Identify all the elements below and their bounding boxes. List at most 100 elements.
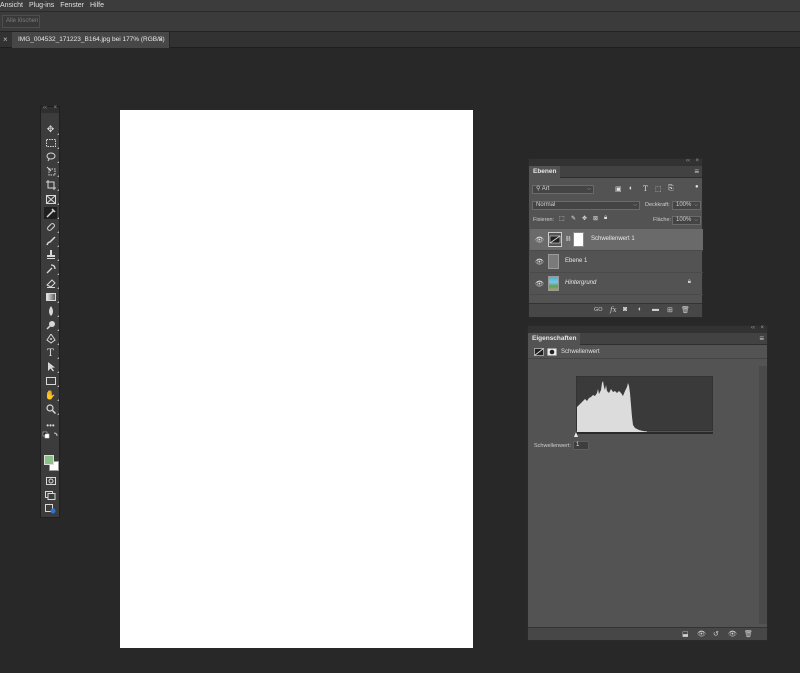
clip-to-layer-icon[interactable]: ⬓ (682, 630, 689, 638)
zoom-tool-icon[interactable] (44, 403, 59, 415)
properties-panel-header[interactable]: ‹‹ × (528, 325, 767, 333)
delete-adjustment-icon[interactable]: 🗑︎ (744, 630, 753, 638)
layers-panel-footer: GO fx ◙ ◐ ▬ ⊞ 🗑︎ (529, 303, 702, 317)
menu-ansicht[interactable]: Ansicht (0, 2, 23, 9)
close-icon[interactable]: × (3, 35, 8, 44)
history-brush-tool-icon[interactable] (44, 263, 59, 275)
brush-tool-icon[interactable] (44, 235, 59, 247)
clear-all-button[interactable]: Alle löschen (2, 15, 40, 28)
layer-row[interactable]: 👁︎ ⛓︎ Schwellenwert 1 (530, 229, 703, 251)
lock-image-icon[interactable]: ✎ (571, 215, 576, 222)
menu-fenster[interactable]: Fenster (60, 2, 84, 9)
lock-position-icon[interactable]: ✥ (582, 215, 587, 222)
reset-icon[interactable]: ↺ (713, 630, 719, 638)
lock-artboard-icon[interactable]: ⊠ (593, 215, 598, 222)
collapse-icon[interactable]: ‹‹ (686, 158, 690, 164)
new-layer-icon[interactable]: ⊞ (667, 306, 673, 314)
marquee-tool-icon[interactable] (44, 137, 59, 149)
frame-tool-icon[interactable] (44, 193, 59, 205)
threshold-adjustment-icon (534, 348, 544, 358)
layer-mask-thumbnail[interactable] (573, 232, 584, 247)
rectangle-tool-icon[interactable] (44, 375, 59, 387)
close-panel-icon[interactable]: × (760, 325, 764, 331)
menu-plugins[interactable]: Plug-ins (29, 2, 54, 9)
threshold-slider[interactable] (574, 432, 713, 437)
tab-ebenen[interactable]: Ebenen (529, 166, 561, 178)
threshold-value-input[interactable]: 1 (573, 441, 589, 450)
swap-colors-icon[interactable] (42, 431, 60, 439)
adjustment-filter-icon[interactable]: ◐ (629, 185, 633, 192)
collapse-icon[interactable]: ‹‹ (751, 325, 755, 331)
eyedropper-tool-icon[interactable] (44, 207, 59, 219)
lock-icon[interactable]: 🔒︎ (688, 279, 691, 286)
type-filter-icon[interactable]: T (643, 185, 648, 193)
layer-filter-select[interactable]: ⚲ Art ⌵ (532, 185, 594, 194)
tab-eigenschaften[interactable]: Eigenschaften (528, 333, 581, 345)
document-tab[interactable]: IMG_004532_171223_B164.jpg bei 177% (RGB… (12, 32, 170, 48)
close-panel-icon[interactable]: × (695, 158, 699, 164)
layer-row[interactable]: 👁︎ Ebene 1 (530, 251, 703, 273)
fill-label: Fläche: (653, 217, 672, 223)
visibility-eye-icon[interactable]: 👁︎ (535, 258, 544, 266)
smart-object-filter-icon[interactable]: ⎘ (668, 185, 674, 193)
visibility-eye-icon[interactable]: 👁︎ (535, 280, 544, 288)
add-mask-icon[interactable]: ◙ (623, 306, 627, 313)
lock-all-icon[interactable]: 🔒︎ (604, 215, 607, 222)
collapse-icon[interactable]: ‹‹ (43, 105, 47, 111)
quick-mask-icon[interactable] (44, 475, 57, 487)
lock-transparent-icon[interactable]: ⬚ (559, 215, 565, 222)
healing-brush-tool-icon[interactable] (44, 221, 59, 233)
properties-scrollbar[interactable] (759, 366, 767, 624)
clone-stamp-tool-icon[interactable] (44, 249, 59, 261)
hand-tool-icon[interactable]: ✋ (44, 389, 59, 401)
link-layers-icon[interactable]: GO (594, 307, 603, 313)
fill-input[interactable]: 100% ⌵ (672, 216, 701, 225)
opacity-input[interactable]: 100% ⌵ (672, 201, 701, 210)
more-tools-icon[interactable]: ••• (44, 419, 57, 431)
document-tab-close-icon[interactable]: × (158, 35, 163, 44)
view-previous-state-icon[interactable]: 👁︎ (697, 630, 706, 638)
blend-mode-value: Normal (536, 202, 556, 208)
layer-row[interactable]: 👁︎ Hintergrund 🔒︎ (530, 273, 703, 295)
document-tab-label: IMG_004532_171223_B164.jpg bei 177% (RGB… (18, 36, 165, 43)
layers-panel-tabs: Ebenen ≡ (529, 166, 702, 178)
blur-tool-icon[interactable] (44, 305, 59, 317)
adjustment-type-row: Schwellenwert (528, 345, 767, 359)
foreground-color-swatch[interactable] (44, 455, 54, 465)
pen-tool-icon[interactable] (44, 333, 59, 345)
edit-toolbar-icon[interactable] (44, 503, 57, 515)
fx-icon[interactable]: fx (610, 306, 617, 314)
new-group-icon[interactable]: ▬ (652, 306, 659, 313)
crop-tool-icon[interactable] (44, 179, 59, 191)
type-tool-icon[interactable]: T (44, 347, 59, 359)
shape-filter-icon[interactable]: ⬚ (655, 185, 662, 193)
pixel-filter-icon[interactable]: ▣ (615, 185, 622, 193)
tools-panel-header[interactable]: ‹‹ × (41, 105, 59, 113)
filter-toggle-icon[interactable]: ● (695, 184, 699, 190)
new-adjustment-icon[interactable]: ◐ (638, 306, 642, 313)
blend-mode-select[interactable]: Normal ⌵ (532, 201, 640, 210)
panel-menu-icon[interactable]: ≡ (759, 334, 764, 343)
mask-icon[interactable] (547, 348, 557, 358)
lasso-tool-icon[interactable] (44, 151, 59, 163)
layers-panel-header[interactable]: ‹‹ × (529, 158, 702, 166)
slider-handle-icon[interactable] (574, 432, 578, 437)
opacity-value: 100% (676, 202, 692, 208)
delete-layer-icon[interactable]: 🗑︎ (681, 306, 690, 314)
panel-menu-icon[interactable]: ≡ (694, 167, 699, 176)
close-panel-icon[interactable]: × (53, 105, 57, 111)
gradient-tool-icon[interactable] (44, 291, 59, 303)
object-selection-tool-icon[interactable] (44, 165, 59, 177)
fill-value: 100% (676, 217, 692, 223)
threshold-label: Schwellenwert: (534, 443, 571, 449)
visibility-eye-icon[interactable]: 👁︎ (535, 236, 544, 244)
chain-link-icon[interactable]: ⛓︎ (565, 236, 571, 242)
screen-mode-icon[interactable] (44, 489, 57, 501)
move-tool-icon[interactable]: ✥ (44, 123, 59, 135)
document-canvas[interactable] (120, 110, 473, 648)
toggle-visibility-icon[interactable]: 👁︎ (728, 630, 737, 638)
eraser-tool-icon[interactable] (44, 277, 59, 289)
menu-hilfe[interactable]: Hilfe (90, 2, 104, 9)
path-selection-tool-icon[interactable] (44, 361, 59, 373)
dodge-tool-icon[interactable] (44, 319, 59, 331)
